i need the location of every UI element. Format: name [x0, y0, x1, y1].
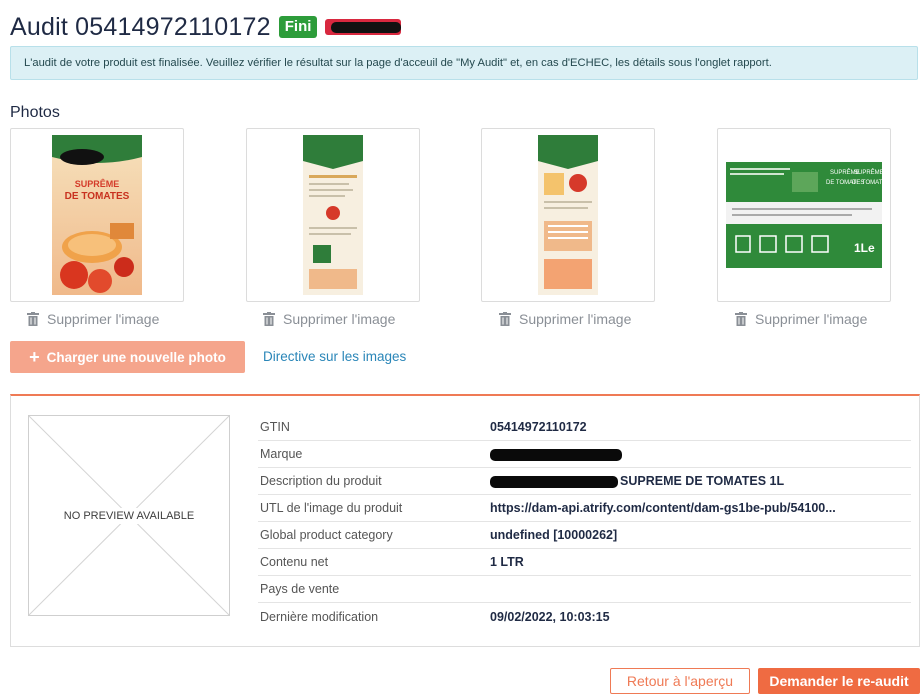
- photo-card-4[interactable]: SUPRÊME SUPRÊME DE TOMATES DE TOMATES 1L…: [717, 128, 891, 302]
- plus-icon: +: [29, 346, 40, 367]
- info-value-brand: [490, 447, 911, 461]
- product-photo-side: SUPRÊME SUPRÊME DE TOMATES DE TOMATES 1L…: [726, 162, 882, 268]
- photo-card-1[interactable]: SUPRÊME DE TOMATES: [10, 128, 184, 302]
- info-label: Contenu net: [260, 555, 329, 569]
- page-title: Audit 05414972110172: [10, 12, 271, 41]
- status-badge: Fini: [278, 16, 318, 38]
- product-info-table: GTIN 05414972110172 Marque Description d…: [258, 414, 911, 630]
- info-value-last-modified: 09/02/2022, 10:03:15: [490, 609, 610, 624]
- photo-side-text-1b: SUPRÊME: [854, 168, 882, 176]
- delete-image-button-2[interactable]: Supprimer l'image: [263, 310, 395, 328]
- product-details-panel: NO PREVIEW AVAILABLE GTIN 05414972110172…: [10, 394, 920, 647]
- delete-image-button-3[interactable]: Supprimer l'image: [499, 310, 631, 328]
- info-label: Dernière modification: [260, 609, 379, 624]
- description-text: SUPREME DE TOMATES 1L: [620, 474, 785, 488]
- info-label: Pays de vente: [260, 582, 340, 596]
- redaction-mark: [331, 22, 402, 33]
- no-preview-text: NO PREVIEW AVAILABLE: [29, 508, 229, 524]
- info-label: GTIN: [260, 420, 290, 434]
- delete-image-button-1[interactable]: Supprimer l'image: [27, 310, 159, 328]
- info-row-last-modified: Dernière modification 09/02/2022, 10:03:…: [258, 603, 911, 630]
- trash-icon: [499, 312, 511, 326]
- info-row-description: Description du produit SUPREME DE TOMATE…: [258, 468, 911, 495]
- product-photo-back-2: [538, 135, 598, 295]
- upload-photo-button[interactable]: + Charger une nouvelle photo: [10, 341, 245, 373]
- info-row-brand: Marque: [258, 441, 911, 468]
- image-guidelines-link[interactable]: Directive sur les images: [263, 349, 406, 364]
- trash-icon: [27, 312, 39, 326]
- alert-message: L'audit de votre produit est finalisée. …: [24, 57, 772, 69]
- redaction-mark: [490, 448, 622, 461]
- product-image-preview: NO PREVIEW AVAILABLE: [28, 415, 230, 616]
- delete-image-label: Supprimer l'image: [283, 311, 396, 327]
- info-row-image-url: UTL de l'image du produit https://dam-ap…: [258, 495, 911, 522]
- delete-image-label: Supprimer l'image: [519, 311, 632, 327]
- upload-photo-label: Charger une nouvelle photo: [46, 349, 226, 365]
- photo-front-text-1: SUPRÊME: [75, 178, 120, 189]
- photo-card-2[interactable]: [246, 128, 420, 302]
- product-photo-front: SUPRÊME DE TOMATES: [52, 135, 142, 295]
- info-label: Marque: [260, 447, 303, 461]
- info-row-gtin: GTIN 05414972110172: [258, 414, 911, 441]
- redacted-badge: [325, 19, 402, 35]
- delete-image-button-4[interactable]: Supprimer l'image: [735, 310, 867, 328]
- info-label: Global product category: [260, 528, 393, 542]
- delete-image-label: Supprimer l'image: [755, 311, 868, 327]
- info-value-description: SUPREME DE TOMATES 1L: [490, 474, 911, 488]
- trash-icon: [735, 312, 747, 326]
- trash-icon: [263, 312, 275, 326]
- delete-image-label: Supprimer l'image: [47, 311, 160, 327]
- request-reaudit-button[interactable]: Demander le re-audit: [758, 668, 920, 694]
- photo-card-3[interactable]: [481, 128, 655, 302]
- info-label: Description du produit: [260, 474, 382, 488]
- info-row-category: Global product category undefined [10000…: [258, 522, 911, 549]
- photo-side-volume: 1Le: [854, 241, 875, 255]
- info-row-country: Pays de vente: [258, 576, 911, 603]
- product-photo-back: [303, 135, 363, 295]
- title-row: Audit 05414972110172 Fini: [10, 10, 402, 44]
- info-alert: L'audit de votre produit est finalisée. …: [10, 46, 918, 80]
- photo-front-text-2: DE TOMATES: [65, 191, 130, 202]
- redaction-mark: [490, 475, 618, 488]
- info-row-net-content: Contenu net 1 LTR: [258, 549, 911, 576]
- photos-section-title: Photos: [10, 104, 60, 121]
- photo-side-text-2b: DE TOMATES: [852, 180, 882, 186]
- info-label: UTL de l'image du produit: [260, 501, 403, 515]
- info-value-net-content: 1 LTR: [490, 555, 524, 569]
- info-value-image-url[interactable]: https://dam-api.atrify.com/content/dam-g…: [490, 501, 911, 515]
- info-value-category: undefined [10000262]: [490, 528, 618, 542]
- info-value-gtin: 05414972110172: [490, 420, 587, 434]
- back-to-overview-button[interactable]: Retour à l'aperçu: [610, 668, 750, 694]
